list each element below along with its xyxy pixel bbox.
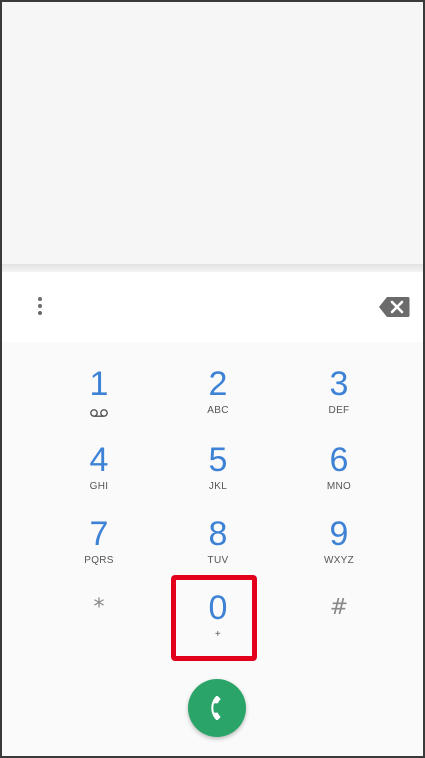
key-letters: TUV (207, 555, 229, 566)
key-digit: 1 (89, 365, 109, 403)
backspace-icon[interactable] (378, 296, 410, 318)
key-digit: 5 (208, 441, 228, 479)
key-letters: DEF (328, 405, 350, 416)
key-digit: 6 (329, 441, 349, 479)
key-8[interactable]: 8 TUV (158, 516, 278, 588)
key-3[interactable]: 3 DEF (279, 366, 399, 438)
key-digit: 0 (208, 589, 228, 627)
key-1[interactable]: 1 (39, 366, 159, 438)
dialer-toolbar (2, 272, 423, 342)
key-6[interactable]: 6 MNO (279, 442, 399, 514)
divider (2, 264, 423, 272)
key-digit: 7 (89, 515, 109, 553)
key-digit: 9 (329, 515, 349, 553)
voicemail-icon (89, 405, 109, 417)
key-2[interactable]: 2 ABC (158, 366, 278, 438)
key-letters: + (214, 629, 222, 640)
key-5[interactable]: 5 JKL (158, 442, 278, 514)
phone-icon (211, 696, 221, 720)
key-4[interactable]: 4 GHI (39, 442, 159, 514)
key-7[interactable]: 7 PQRS (39, 516, 159, 588)
key-letters: PQRS (84, 555, 114, 566)
key-digit: 8 (208, 515, 228, 553)
more-vertical-icon[interactable] (28, 294, 52, 318)
key-letters: MNO (326, 481, 352, 492)
dialer-screen: 1 2 ABC 3 DEF 4 GHI 5 JKL 6 MNO 7 PQRS 8… (0, 0, 425, 758)
key-digit: 3 (329, 365, 349, 403)
key-symbol: # (329, 595, 349, 620)
key-letters: WXYZ (323, 555, 355, 566)
key-pound[interactable]: # (279, 590, 399, 662)
key-digit: 2 (208, 365, 228, 403)
key-0[interactable]: 0 + (158, 590, 278, 662)
key-letters: GHI (89, 481, 109, 492)
key-symbol: * (93, 595, 105, 620)
key-star[interactable]: * (39, 590, 159, 662)
key-digit: 4 (89, 441, 109, 479)
key-letters: ABC (207, 405, 229, 416)
call-button[interactable] (188, 679, 246, 737)
dialed-number-display (2, 2, 423, 264)
key-9[interactable]: 9 WXYZ (279, 516, 399, 588)
key-letters: JKL (208, 481, 228, 492)
